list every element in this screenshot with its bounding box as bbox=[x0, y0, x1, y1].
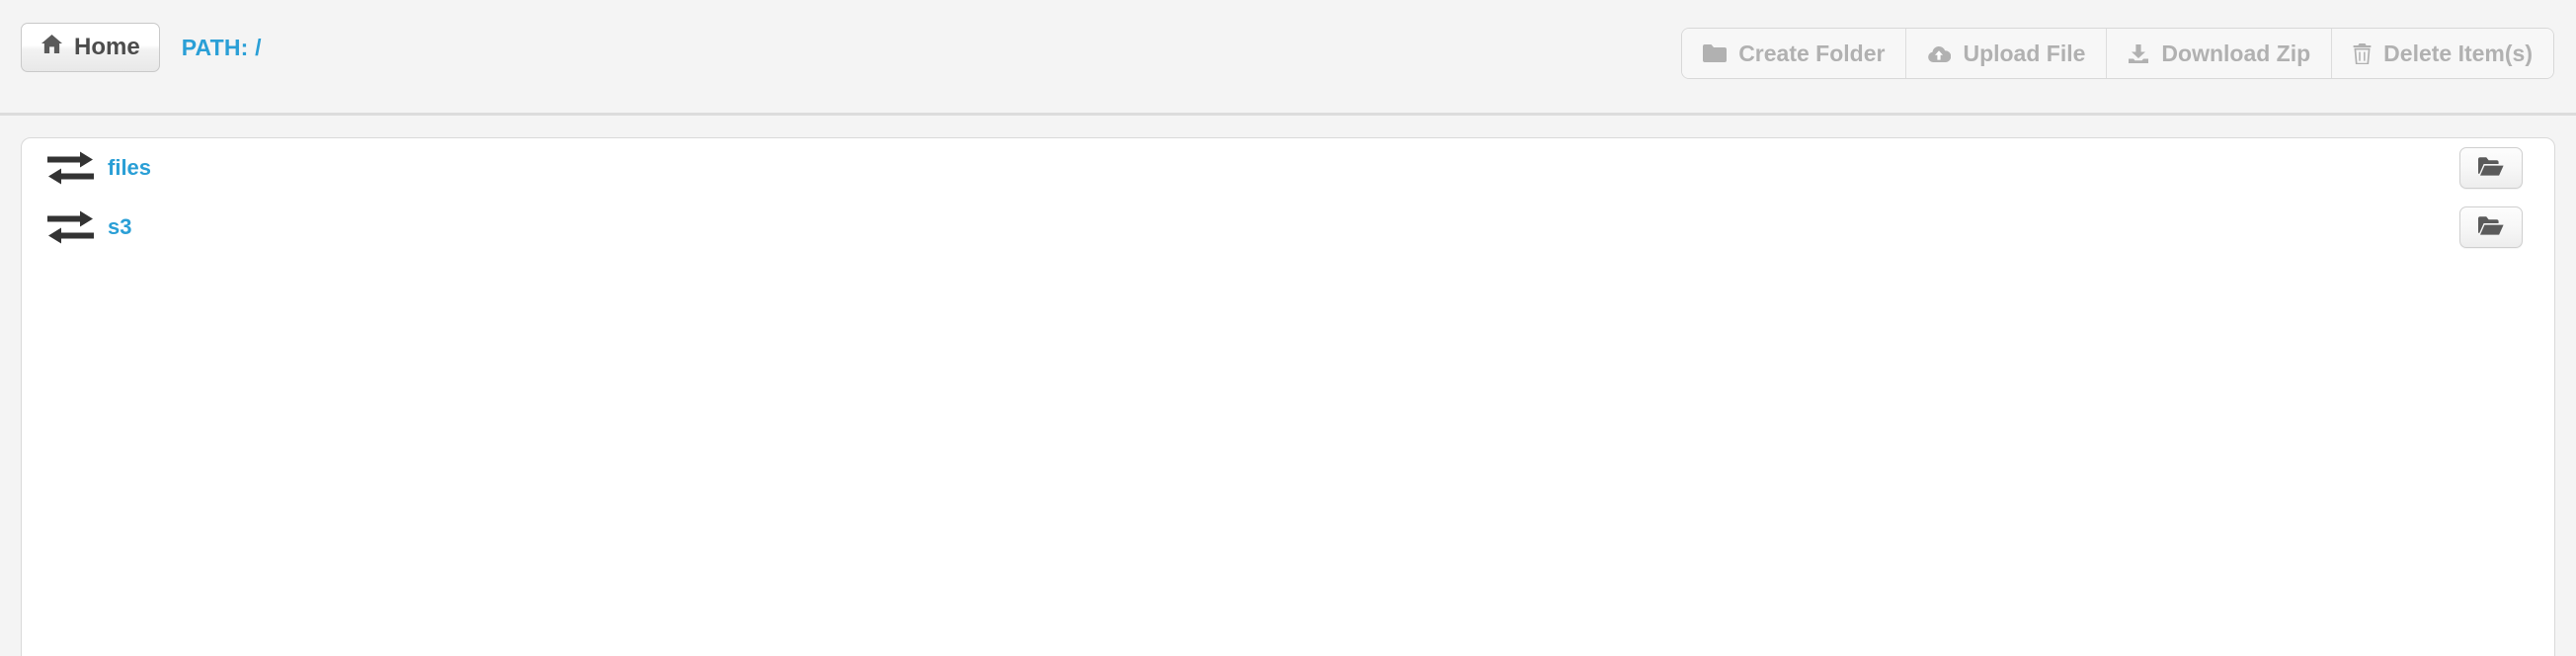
file-name-link[interactable]: files bbox=[108, 155, 151, 181]
delete-items-button[interactable]: Delete Item(s) bbox=[2332, 29, 2553, 78]
list-item-actions bbox=[2459, 147, 2523, 189]
path-label: PATH: / bbox=[181, 34, 262, 60]
list-item[interactable]: files bbox=[22, 138, 2554, 198]
list-item-main: files bbox=[47, 150, 2459, 186]
create-folder-label: Create Folder bbox=[1738, 40, 1886, 66]
download-zip-button[interactable]: Download Zip bbox=[2107, 29, 2333, 78]
folder-open-icon bbox=[2478, 156, 2504, 180]
exchange-icon bbox=[47, 209, 94, 245]
action-button-group: Create Folder Upload File Download Zip D… bbox=[1681, 28, 2554, 79]
download-icon bbox=[2128, 43, 2149, 64]
folder-open-icon bbox=[2478, 215, 2504, 239]
list-item-actions bbox=[2459, 206, 2523, 248]
upload-file-label: Upload File bbox=[1963, 40, 2086, 66]
open-folder-button[interactable] bbox=[2459, 206, 2523, 248]
exchange-icon bbox=[47, 150, 94, 186]
trash-icon bbox=[2353, 42, 2372, 64]
download-zip-label: Download Zip bbox=[2161, 40, 2311, 66]
upload-file-button[interactable]: Upload File bbox=[1906, 29, 2108, 78]
top-toolbar: Home PATH: / Create Folder Upload File D… bbox=[0, 0, 2576, 116]
folder-icon bbox=[1703, 43, 1728, 63]
create-folder-button[interactable]: Create Folder bbox=[1682, 29, 1907, 78]
list-item[interactable]: s3 bbox=[22, 198, 2554, 257]
delete-items-label: Delete Item(s) bbox=[2383, 40, 2533, 66]
home-button-label: Home bbox=[74, 34, 140, 60]
file-browser-panel: files s3 bbox=[21, 137, 2555, 656]
file-name-link[interactable]: s3 bbox=[108, 214, 131, 240]
breadcrumb: Home PATH: / bbox=[21, 23, 262, 72]
open-folder-button[interactable] bbox=[2459, 147, 2523, 189]
file-list: files s3 bbox=[22, 138, 2554, 257]
list-item-main: s3 bbox=[47, 209, 2459, 245]
file-manager-app: Home PATH: / Create Folder Upload File D… bbox=[0, 0, 2576, 656]
home-button[interactable]: Home bbox=[21, 23, 160, 72]
cloud-upload-icon bbox=[1927, 44, 1952, 63]
home-icon bbox=[40, 34, 63, 61]
